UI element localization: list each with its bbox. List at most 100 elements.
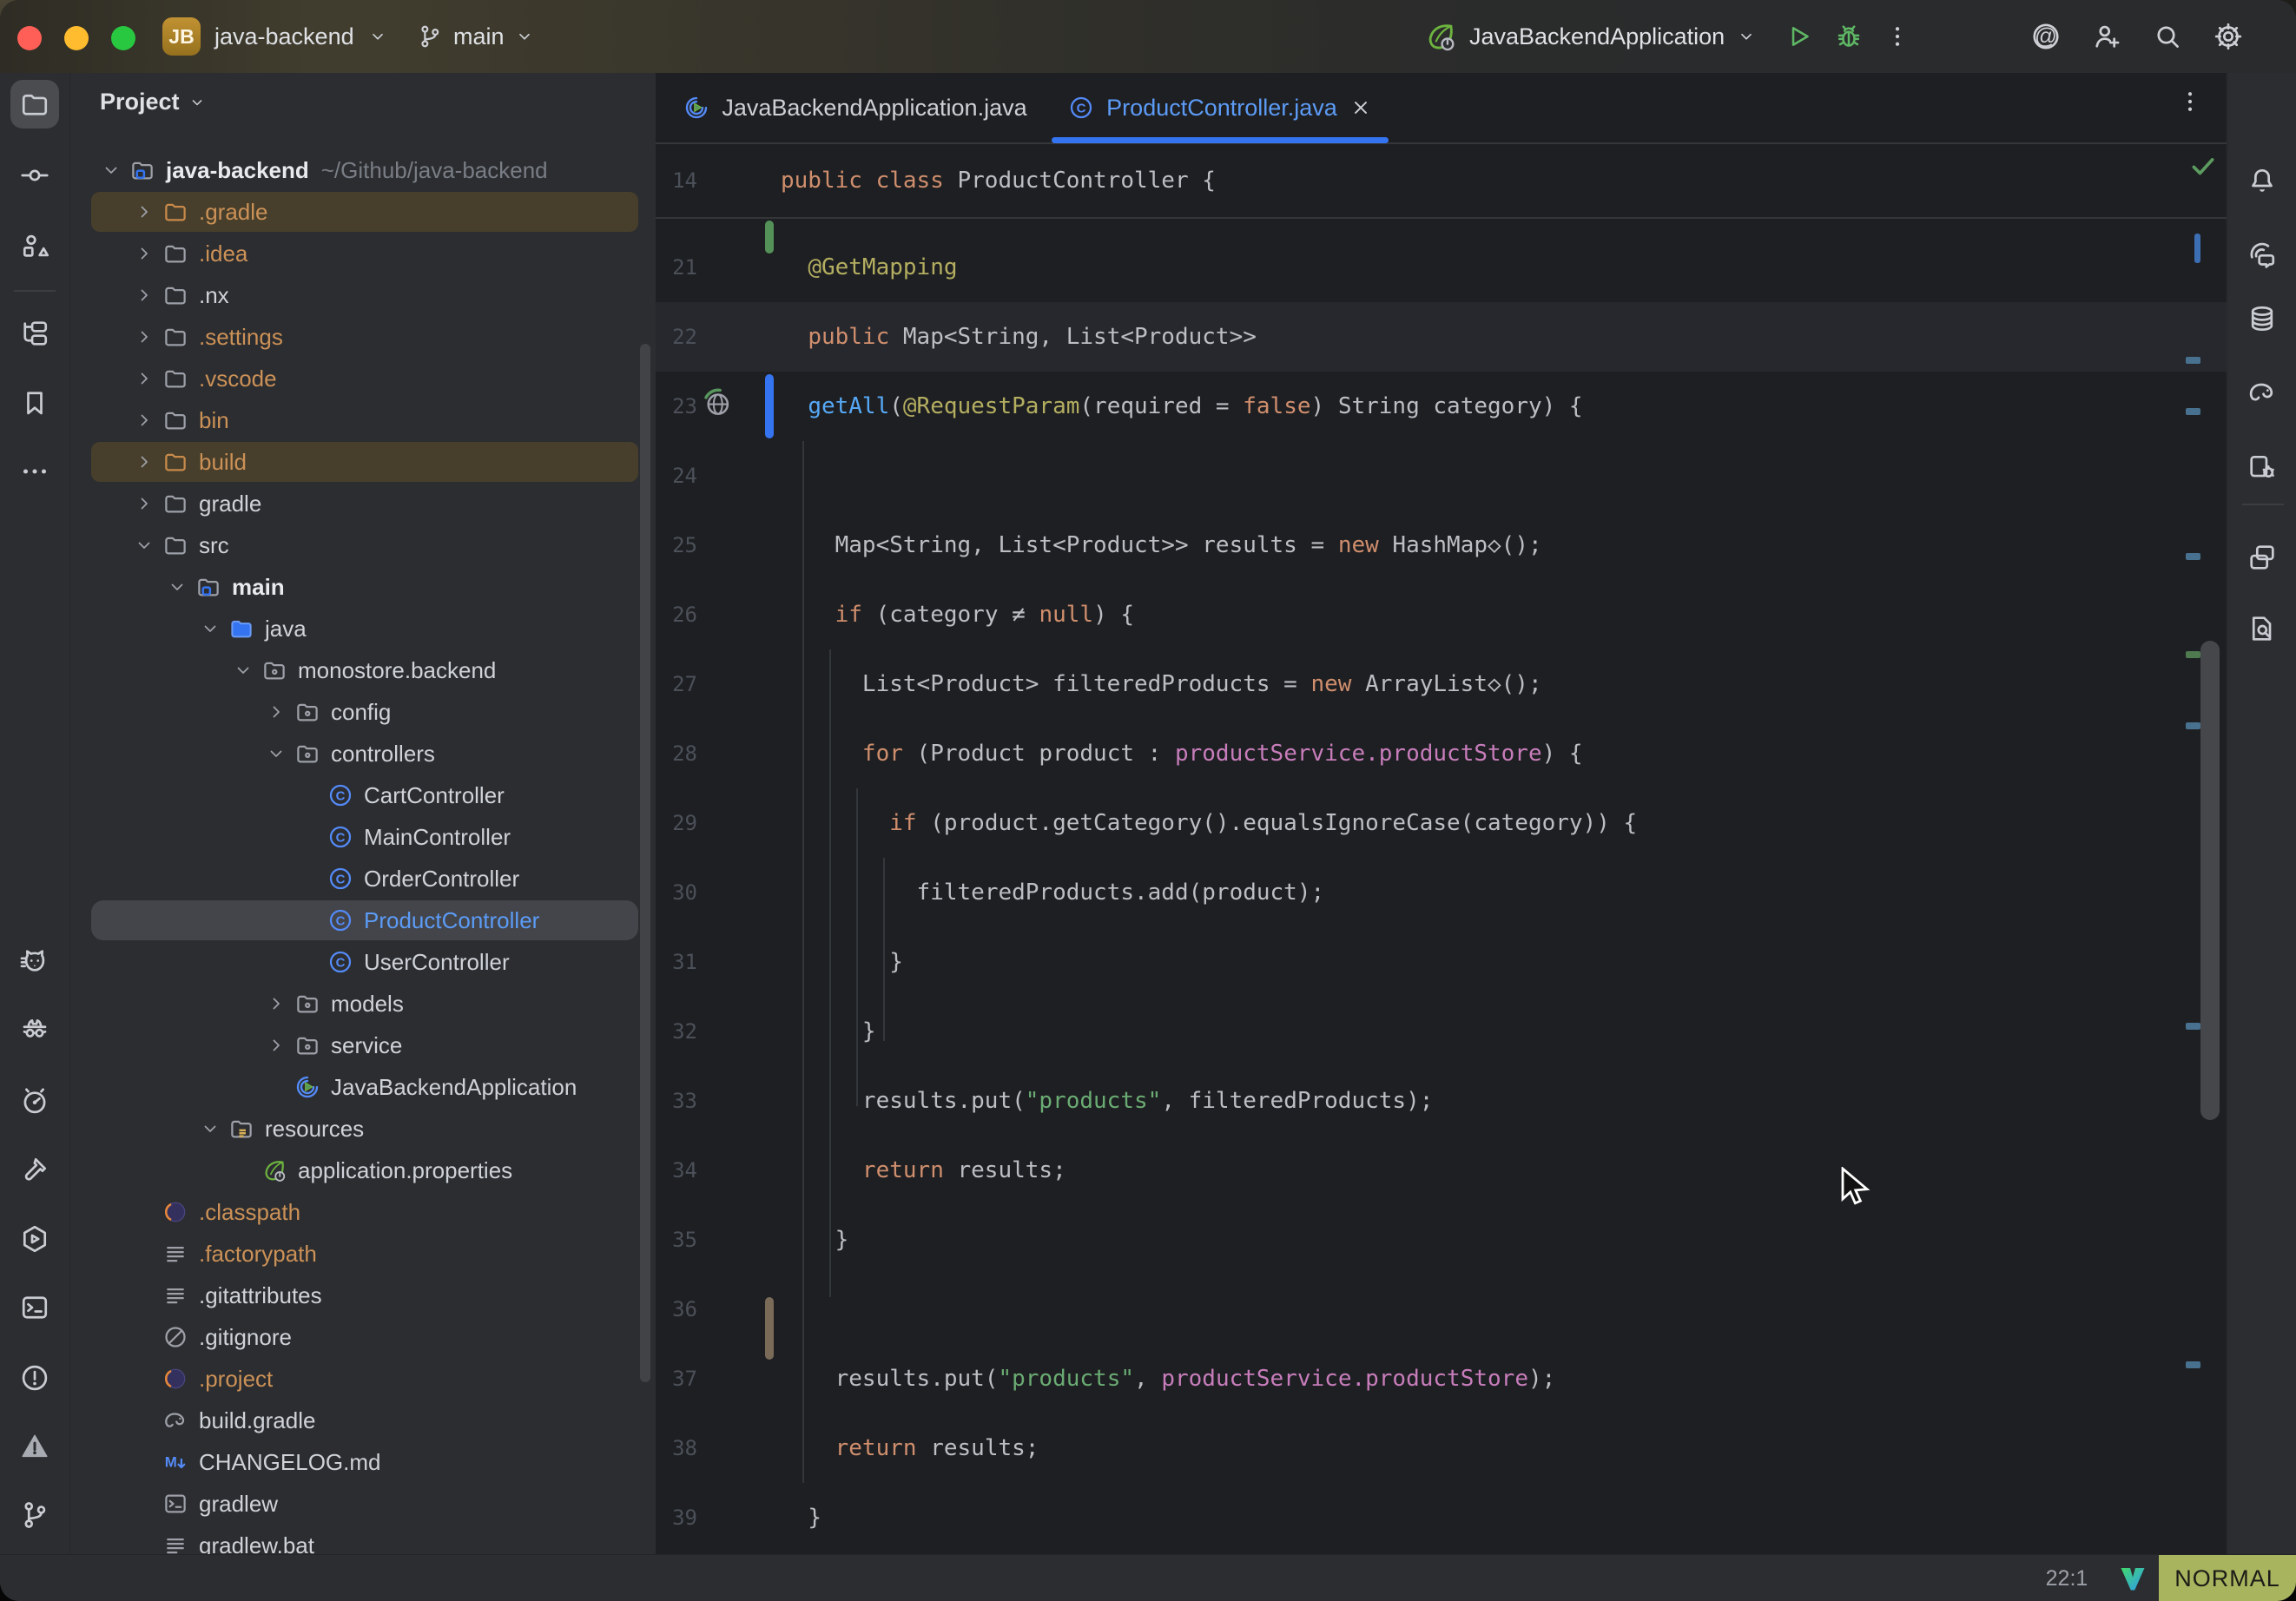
tree-item-src[interactable]: src [70,524,656,566]
line-number[interactable]: 27 [656,649,697,719]
code-line-26[interactable]: 26 if (category ≠ null) { [656,580,2227,649]
code-line-37[interactable]: 37 results.put("products", productServic… [656,1344,2227,1413]
stripe-change-mark[interactable] [2186,722,2200,729]
commit-icon[interactable] [10,151,59,200]
branch-switcher[interactable]: main [417,0,534,73]
tree-item-productcontroller[interactable]: CProductController [70,899,656,941]
project-switcher[interactable]: JB java-backend [162,0,387,73]
line-number[interactable]: 28 [656,719,697,788]
chevron-right-icon[interactable] [128,326,161,347]
tree-item-bin[interactable]: bin [70,399,656,441]
tree-item--settings[interactable]: .settings [70,316,656,358]
minimize-window-button[interactable] [64,26,89,50]
chevron-down-icon[interactable] [161,576,194,597]
chevron-right-icon[interactable] [128,451,161,472]
database-icon[interactable] [2237,293,2287,344]
device-manager-icon[interactable] [2237,442,2287,492]
project-tree-scrollbar[interactable] [640,344,650,1382]
chevron-right-icon[interactable] [128,243,161,264]
code-line-24[interactable]: 24 [656,441,2227,511]
line-number[interactable]: 24 [656,441,697,511]
chevron-down-icon[interactable] [128,535,161,556]
code-line-34[interactable]: 34 return results; [656,1136,2227,1205]
line-number[interactable]: 38 [656,1413,697,1483]
incognito-plugin-icon[interactable] [10,1005,59,1053]
tree-item-resources[interactable]: resources [70,1108,656,1150]
tree-item--gradle[interactable]: .gradle [70,191,656,233]
ai-chat-icon[interactable] [2237,230,2287,280]
tree-item-cartcontroller[interactable]: CCartController [70,774,656,816]
tree-item-monostore-backend[interactable]: monostore.backend [70,649,656,691]
chevron-down-icon[interactable] [260,743,293,764]
problems-icon[interactable] [10,1354,59,1402]
code-line-30[interactable]: 30 filteredProducts.add(product); [656,858,2227,927]
run-button[interactable] [1784,22,1813,51]
line-number[interactable]: 37 [656,1344,697,1413]
chevron-down-icon[interactable] [1737,27,1756,46]
tree-item-gradle[interactable]: gradle [70,483,656,524]
code-line-33[interactable]: 33 results.put("products", filteredProdu… [656,1066,2227,1136]
line-number[interactable]: 21 [656,233,697,302]
tree-item-maincontroller[interactable]: CMainController [70,816,656,858]
chevron-down-icon[interactable] [95,160,128,181]
tree-item-java[interactable]: java [70,608,656,649]
settings-icon[interactable] [2213,21,2244,52]
tree-item--idea[interactable]: .idea [70,233,656,274]
tree-item-javabackendapplication[interactable]: JavaBackendApplication [70,1066,656,1108]
endpoint-globe-icon[interactable] [701,386,734,419]
find-in-files-icon[interactable] [2237,603,2287,654]
tree-item-models[interactable]: models [70,983,656,1025]
tree-item-build[interactable]: build [70,441,656,483]
chevron-down-icon[interactable] [227,660,260,681]
sticky-header-line[interactable]: 14 public class ProductController { [656,144,2227,219]
warnings-icon[interactable] [10,1422,59,1471]
code-line-23[interactable]: 23 getAll(@RequestParam(required = false… [656,372,2227,441]
inspections-ok-icon[interactable] [2188,151,2218,181]
vim-mode-badge[interactable]: NORMAL [2159,1555,2296,1601]
line-number[interactable]: 39 [656,1483,697,1552]
tree-item--vscode[interactable]: .vscode [70,358,656,399]
line-number[interactable]: 22 [656,302,697,372]
tree-item--gitattributes[interactable]: .gitattributes [70,1275,656,1316]
line-number[interactable]: 36 [656,1275,697,1344]
stripe-change-mark[interactable] [2186,1361,2200,1368]
tree-item--classpath[interactable]: .classpath [70,1191,656,1233]
close-window-button[interactable] [17,26,42,50]
services-icon[interactable] [10,1215,59,1263]
line-number[interactable]: 35 [656,1205,697,1275]
tree-item-application-properties[interactable]: application.properties [70,1150,656,1191]
tree-item-usercontroller[interactable]: CUserController [70,941,656,983]
chevron-right-icon[interactable] [128,201,161,222]
stripe-change-mark[interactable] [2186,553,2200,560]
project-icon[interactable] [10,80,59,128]
stripe-change-mark[interactable] [2186,357,2200,364]
line-number[interactable]: 32 [656,997,697,1066]
chevron-down-icon[interactable] [194,1118,227,1139]
chevron-right-icon[interactable] [128,285,161,306]
editor-tab-productcontroller-java[interactable]: CProductController.java [1051,73,1389,142]
code-line-32[interactable]: 32 } [656,997,2227,1066]
line-number[interactable]: 29 [656,788,697,858]
terminal-icon[interactable] [10,1283,59,1332]
tree-item-service[interactable]: service [70,1025,656,1066]
stripe-change-mark[interactable] [2186,1023,2200,1030]
zoom-window-button[interactable] [111,26,135,50]
line-number[interactable]: 30 [656,858,697,927]
bookmarks-icon[interactable] [10,379,59,427]
run-config-name[interactable]: JavaBackendApplication [1469,23,1725,50]
cat-plugin-icon[interactable] [10,938,59,986]
hierarchy-icon[interactable] [10,309,59,358]
code-line-28[interactable]: 28 for (Product product : productService… [656,719,2227,788]
caret-position[interactable]: 22:1 [2032,1555,2101,1601]
line-number[interactable]: 26 [656,580,697,649]
code-line-35[interactable]: 35 } [656,1205,2227,1275]
code-line-36[interactable]: 36 [656,1275,2227,1344]
line-number[interactable]: 34 [656,1136,697,1205]
tree-item--factorypath[interactable]: .factorypath [70,1233,656,1275]
structure-icon[interactable] [10,221,59,270]
editor-scrollbar[interactable] [2200,641,2220,1120]
line-number[interactable]: 33 [656,1066,697,1136]
robot-plugin-icon[interactable] [10,1077,59,1125]
tree-item-controllers[interactable]: controllers [70,733,656,774]
chevron-right-icon[interactable] [260,702,293,722]
